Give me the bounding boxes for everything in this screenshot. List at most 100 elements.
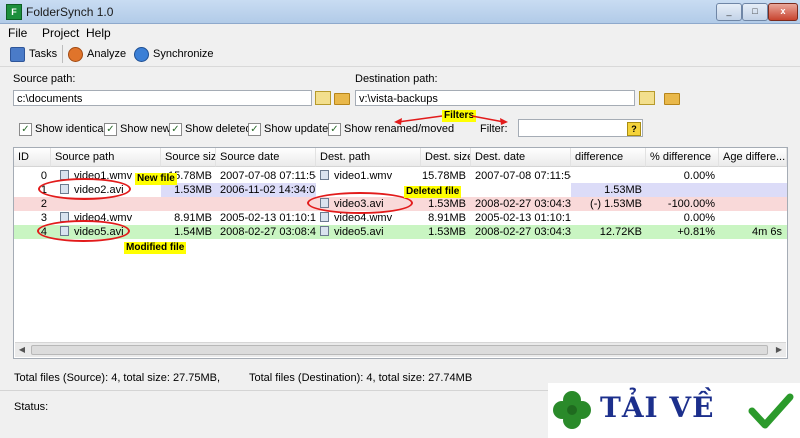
- window-title: FolderSynch 1.0: [26, 5, 114, 19]
- file-icon: [320, 170, 329, 180]
- difference-cell: (-) 1.53MB: [590, 198, 642, 210]
- tasks-icon: [10, 46, 25, 62]
- column-header-age-difference[interactable]: Age differe...: [719, 148, 787, 167]
- show-deleted-checkbox[interactable]: ✓ Show deleted: [169, 122, 252, 136]
- show-identical-checkbox[interactable]: ✓ Show identical: [19, 122, 106, 136]
- source-path-label: Source path:: [13, 73, 76, 85]
- column-header-difference[interactable]: difference: [571, 148, 646, 167]
- column-header-dest-date[interactable]: Dest. date: [471, 148, 571, 167]
- tasks-button[interactable]: Tasks: [10, 46, 57, 62]
- show-new-label: Show new: [120, 123, 171, 135]
- difference-cell: 1.53MB: [604, 184, 642, 196]
- minimize-button[interactable]: _: [716, 3, 742, 21]
- menu-file[interactable]: File: [8, 26, 27, 40]
- modified-file-annotation: Modified file: [124, 242, 187, 254]
- source-size-cell: 1.54MB: [174, 226, 212, 238]
- destination-path-label: Destination path:: [355, 73, 438, 85]
- title-bar: F FolderSynch 1.0 _ □ x: [0, 0, 800, 24]
- clover-logo-icon: [553, 391, 591, 429]
- column-header-id[interactable]: ID: [14, 148, 51, 167]
- column-header-source-date[interactable]: Source date: [216, 148, 316, 167]
- open-folder-icon[interactable]: [664, 93, 680, 105]
- percent-difference-cell: +0.81%: [677, 226, 715, 238]
- dest-size-cell: 1.53MB: [428, 198, 466, 210]
- menu-bar: File Project Help: [0, 24, 800, 42]
- column-header-dest-size[interactable]: Dest. size: [421, 148, 471, 167]
- checkmark-logo-icon: [748, 393, 794, 429]
- scroll-right-icon[interactable]: ▶: [772, 343, 786, 357]
- dest-size-cell: 15.78MB: [421, 170, 466, 182]
- status-label: Status:: [14, 401, 49, 413]
- app-icon: F: [6, 4, 22, 20]
- row-id: 3: [40, 212, 47, 224]
- dest-size-cell: 1.53MB: [428, 226, 466, 238]
- source-date-cell: 2006-11-02 14:34:07: [220, 184, 316, 196]
- source-size-cell: 1.53MB: [174, 184, 212, 196]
- column-header-dest-path[interactable]: Dest. path: [316, 148, 421, 167]
- source-path-input[interactable]: c:\documents: [13, 90, 312, 106]
- analyze-label: Analyze: [87, 48, 127, 60]
- synchronize-icon: [134, 46, 149, 62]
- show-deleted-label: Show deleted: [185, 123, 252, 135]
- scrollbar-thumb[interactable]: [31, 345, 768, 355]
- dest-date-cell: 2008-02-27 03:04:33: [475, 198, 571, 210]
- difference-cell: 12.72KB: [599, 226, 642, 238]
- new-file-annotation: New file: [135, 173, 177, 185]
- show-updated-label: Show updated: [264, 123, 335, 135]
- source-totals: Total files (Source): 4, total size: 27.…: [14, 372, 221, 384]
- analyze-icon: [68, 46, 83, 62]
- difference-cell: [571, 169, 642, 183]
- percent-difference-cell: 0.00%: [683, 212, 715, 224]
- browse-file-icon[interactable]: [639, 91, 655, 105]
- scroll-left-icon[interactable]: ◀: [15, 343, 29, 357]
- menu-project[interactable]: Project: [42, 26, 79, 40]
- help-icon[interactable]: ?: [627, 122, 641, 136]
- menu-help[interactable]: Help: [86, 26, 111, 40]
- file-icon: [320, 212, 329, 222]
- checkbox-check-icon[interactable]: ✓: [248, 122, 261, 136]
- percent-difference-cell: -100.00%: [667, 198, 715, 210]
- row-id: 2: [40, 198, 47, 210]
- dest-size-cell: 8.91MB: [428, 212, 466, 224]
- age-difference-cell: [719, 169, 782, 183]
- new-file-highlight-oval: [38, 178, 131, 200]
- source-date-cell: 2008-02-27 03:08:40: [220, 226, 316, 238]
- dest-date-cell: 2007-07-08 07:11:54: [475, 170, 571, 182]
- open-folder-icon[interactable]: [334, 93, 350, 105]
- horizontal-scrollbar[interactable]: ◀ ▶: [15, 342, 786, 357]
- analyze-button[interactable]: Analyze: [68, 46, 126, 62]
- destination-path-input[interactable]: v:\vista-backups: [355, 90, 635, 106]
- checkbox-check-icon[interactable]: ✓: [104, 122, 117, 136]
- column-header-percent-difference[interactable]: % difference: [646, 148, 719, 167]
- show-new-checkbox[interactable]: ✓ Show new: [104, 122, 171, 136]
- checkbox-check-icon[interactable]: ✓: [19, 122, 32, 136]
- filter-input[interactable]: [518, 119, 643, 137]
- source-size-cell: 8.91MB: [174, 212, 212, 224]
- synchronize-button[interactable]: Synchronize: [134, 46, 214, 62]
- checkbox-check-icon[interactable]: ✓: [328, 122, 341, 136]
- table-row[interactable]: 4 video5.avi 1.54MB 2008-02-27 03:08:40 …: [14, 225, 787, 239]
- deleted-file-highlight-oval: [307, 192, 413, 214]
- show-updated-checkbox[interactable]: ✓ Show updated: [248, 122, 334, 136]
- dest-path-cell: video5.avi: [320, 225, 420, 239]
- checkbox-check-icon[interactable]: ✓: [169, 122, 182, 136]
- filters-arrows: [394, 115, 508, 125]
- modified-file-highlight-oval: [37, 220, 130, 242]
- maximize-button[interactable]: □: [742, 3, 768, 21]
- close-button[interactable]: x: [768, 3, 798, 21]
- table-row[interactable]: 3 video4.wmv 8.91MB 2005-02-13 01:10:14 …: [14, 211, 787, 225]
- dest-date-cell: 2008-02-27 03:04:33: [475, 226, 571, 238]
- synchronize-label: Synchronize: [153, 48, 214, 60]
- destination-totals: Total files (Destination): 4, total size…: [249, 372, 473, 384]
- watermark-text: TẢI VỀ: [600, 391, 715, 424]
- browse-file-icon[interactable]: [315, 91, 331, 105]
- toolbar: Tasks Analyze Synchronize: [0, 42, 800, 67]
- row-id: 0: [40, 170, 47, 182]
- column-header-source-size[interactable]: Source size: [161, 148, 216, 167]
- table-row[interactable]: 0 video1.wmv 15.78MB 2007-07-08 07:11:54…: [14, 169, 787, 183]
- show-identical-label: Show identical: [35, 123, 106, 135]
- column-header-source-path[interactable]: Source path: [51, 148, 161, 167]
- source-date-cell: 2005-02-13 01:10:14: [220, 212, 316, 224]
- source-date-cell: 2007-07-08 07:11:54: [220, 170, 316, 182]
- deleted-file-annotation: Deleted file: [404, 186, 462, 198]
